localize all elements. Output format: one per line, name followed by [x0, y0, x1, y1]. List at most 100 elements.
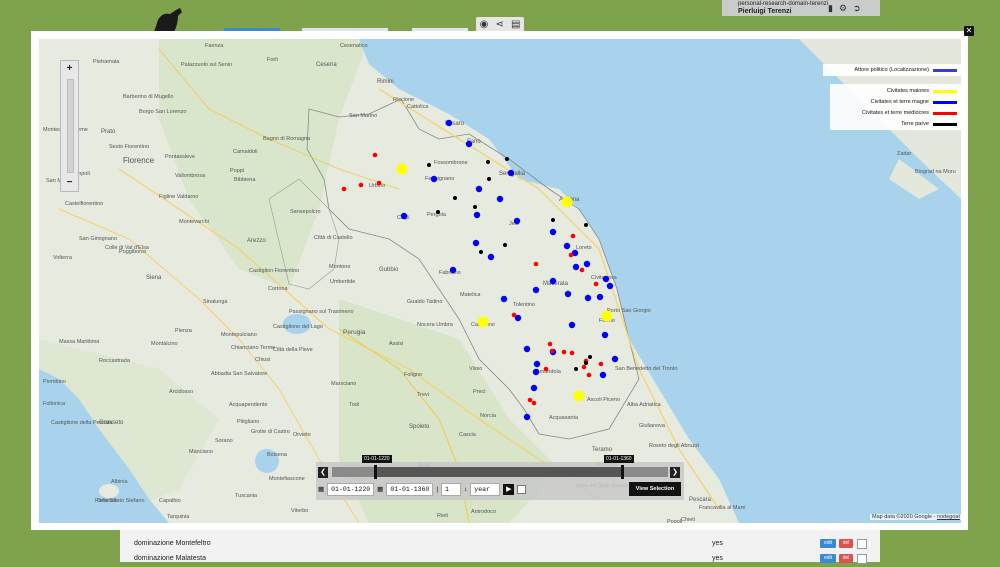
map-marker-red[interactable]: [341, 186, 347, 192]
end-date-input[interactable]: 01-01-1360: [386, 482, 434, 496]
start-date-input[interactable]: 01-01-1220: [327, 482, 375, 496]
map-marker-red[interactable]: [531, 400, 537, 406]
map-marker-blue[interactable]: [449, 266, 457, 274]
map-marker-red[interactable]: [598, 361, 604, 367]
map-marker-blue[interactable]: [496, 195, 504, 203]
map-marker-blue[interactable]: [601, 331, 609, 339]
map-marker-blue[interactable]: [564, 290, 572, 298]
map-marker-red[interactable]: [547, 341, 553, 347]
map-marker-blue[interactable]: [549, 228, 557, 236]
map-marker-black[interactable]: [487, 177, 491, 181]
map-marker-red[interactable]: [372, 152, 378, 158]
map-marker-blue[interactable]: [583, 260, 591, 268]
map-marker-red[interactable]: [570, 233, 576, 239]
map-marker-yellow[interactable]: [601, 310, 613, 322]
map-marker-blue[interactable]: [507, 169, 515, 177]
map-marker-blue[interactable]: [532, 286, 540, 294]
map-marker-blue[interactable]: [445, 119, 453, 127]
map-marker-red[interactable]: [586, 372, 592, 378]
calendar-icon[interactable]: ▦: [377, 485, 383, 493]
calendar-icon[interactable]: ▦: [318, 485, 324, 493]
timeline-next-button[interactable]: ❯: [670, 467, 680, 478]
map-marker-blue[interactable]: [530, 384, 538, 392]
play-button[interactable]: ▶: [503, 483, 515, 495]
map-marker-blue[interactable]: [473, 211, 481, 219]
map-marker-blue[interactable]: [533, 360, 541, 368]
map-marker-red[interactable]: [579, 267, 585, 273]
delete-button[interactable]: del: [839, 539, 853, 548]
gear-icon[interactable]: ⚙: [839, 3, 847, 14]
timeline-end-handle[interactable]: [621, 465, 624, 479]
view-selection-button[interactable]: View Selection: [629, 482, 681, 496]
map-marker-blue[interactable]: [572, 263, 580, 271]
map-marker-red[interactable]: [543, 366, 549, 372]
map-marker-blue[interactable]: [599, 371, 607, 379]
row-checkbox[interactable]: [857, 554, 867, 564]
timeline-selected-range[interactable]: [374, 467, 622, 477]
map-canvas[interactable]: Florence Prato Arezzo Siena Perugia Grosseto C…: [39, 39, 961, 523]
map-marker-red[interactable]: [358, 182, 364, 188]
map-marker-black[interactable]: [551, 218, 555, 222]
map-marker-blue[interactable]: [549, 277, 557, 285]
map-marker-red[interactable]: [581, 364, 587, 370]
map-marker-black[interactable]: [427, 163, 431, 167]
loop-checkbox[interactable]: [517, 484, 527, 494]
map-marker-black[interactable]: [479, 250, 483, 254]
map-marker-blue[interactable]: [500, 295, 508, 303]
map-marker-red[interactable]: [569, 350, 575, 356]
globe-icon[interactable]: ◉: [480, 19, 489, 30]
map-marker-blue[interactable]: [475, 185, 483, 193]
map-marker-blue[interactable]: [400, 212, 408, 220]
chart-icon[interactable]: ▤: [511, 19, 520, 30]
map-marker-blue[interactable]: [430, 175, 438, 183]
step-input[interactable]: 1: [441, 482, 462, 496]
map-marker-blue[interactable]: [465, 140, 473, 148]
map-marker-red[interactable]: [511, 312, 517, 318]
map-marker-yellow[interactable]: [477, 316, 489, 328]
map-marker-blue[interactable]: [568, 321, 576, 329]
network-icon[interactable]: ⋖: [495, 19, 503, 30]
map-marker-blue[interactable]: [472, 239, 480, 247]
map-marker-black[interactable]: [584, 223, 588, 227]
map-marker-black[interactable]: [503, 243, 507, 247]
map-marker-black[interactable]: [473, 205, 477, 209]
map-marker-blue[interactable]: [602, 275, 610, 283]
map-marker-black[interactable]: [505, 157, 509, 161]
map-marker-blue[interactable]: [523, 413, 531, 421]
map-marker-black[interactable]: [584, 361, 588, 365]
map-marker-yellow[interactable]: [396, 163, 408, 175]
map-marker-black[interactable]: [574, 367, 578, 371]
map-marker-blue[interactable]: [611, 355, 619, 363]
map-marker-yellow[interactable]: [573, 390, 585, 402]
map-marker-red[interactable]: [568, 252, 574, 258]
messages-icon[interactable]: ▮: [828, 3, 833, 14]
logout-icon[interactable]: ➲: [853, 3, 861, 14]
map-marker-red[interactable]: [549, 348, 555, 354]
timeline-prev-button[interactable]: ❮: [318, 467, 328, 478]
map-marker-blue[interactable]: [584, 294, 592, 302]
zoom-slider[interactable]: [67, 79, 74, 173]
map-marker-blue[interactable]: [606, 282, 614, 290]
map-marker-black[interactable]: [436, 210, 440, 214]
map-marker-blue[interactable]: [596, 293, 604, 301]
map-marker-black[interactable]: [588, 355, 592, 359]
map-marker-blue[interactable]: [563, 242, 571, 250]
map-marker-red[interactable]: [376, 180, 382, 186]
map-marker-yellow[interactable]: [561, 196, 573, 208]
row-checkbox[interactable]: [857, 539, 867, 549]
edit-button[interactable]: edit: [820, 539, 836, 548]
map-marker-black[interactable]: [486, 160, 490, 164]
close-icon[interactable]: ✕: [964, 26, 974, 36]
nodegoat-link[interactable]: nodegoat: [937, 514, 960, 520]
map-marker-red[interactable]: [593, 281, 599, 287]
map-marker-red[interactable]: [527, 397, 533, 403]
map-marker-blue[interactable]: [532, 368, 540, 376]
map-marker-blue[interactable]: [487, 253, 495, 261]
map-marker-blue[interactable]: [523, 345, 531, 353]
zoom-in-button[interactable]: +: [61, 63, 78, 75]
zoom-out-button[interactable]: −: [61, 177, 78, 189]
unit-select[interactable]: year: [470, 482, 501, 496]
map-marker-black[interactable]: [453, 196, 457, 200]
map-marker-red[interactable]: [533, 261, 539, 267]
stepper-icon[interactable]: ↕: [464, 486, 467, 493]
